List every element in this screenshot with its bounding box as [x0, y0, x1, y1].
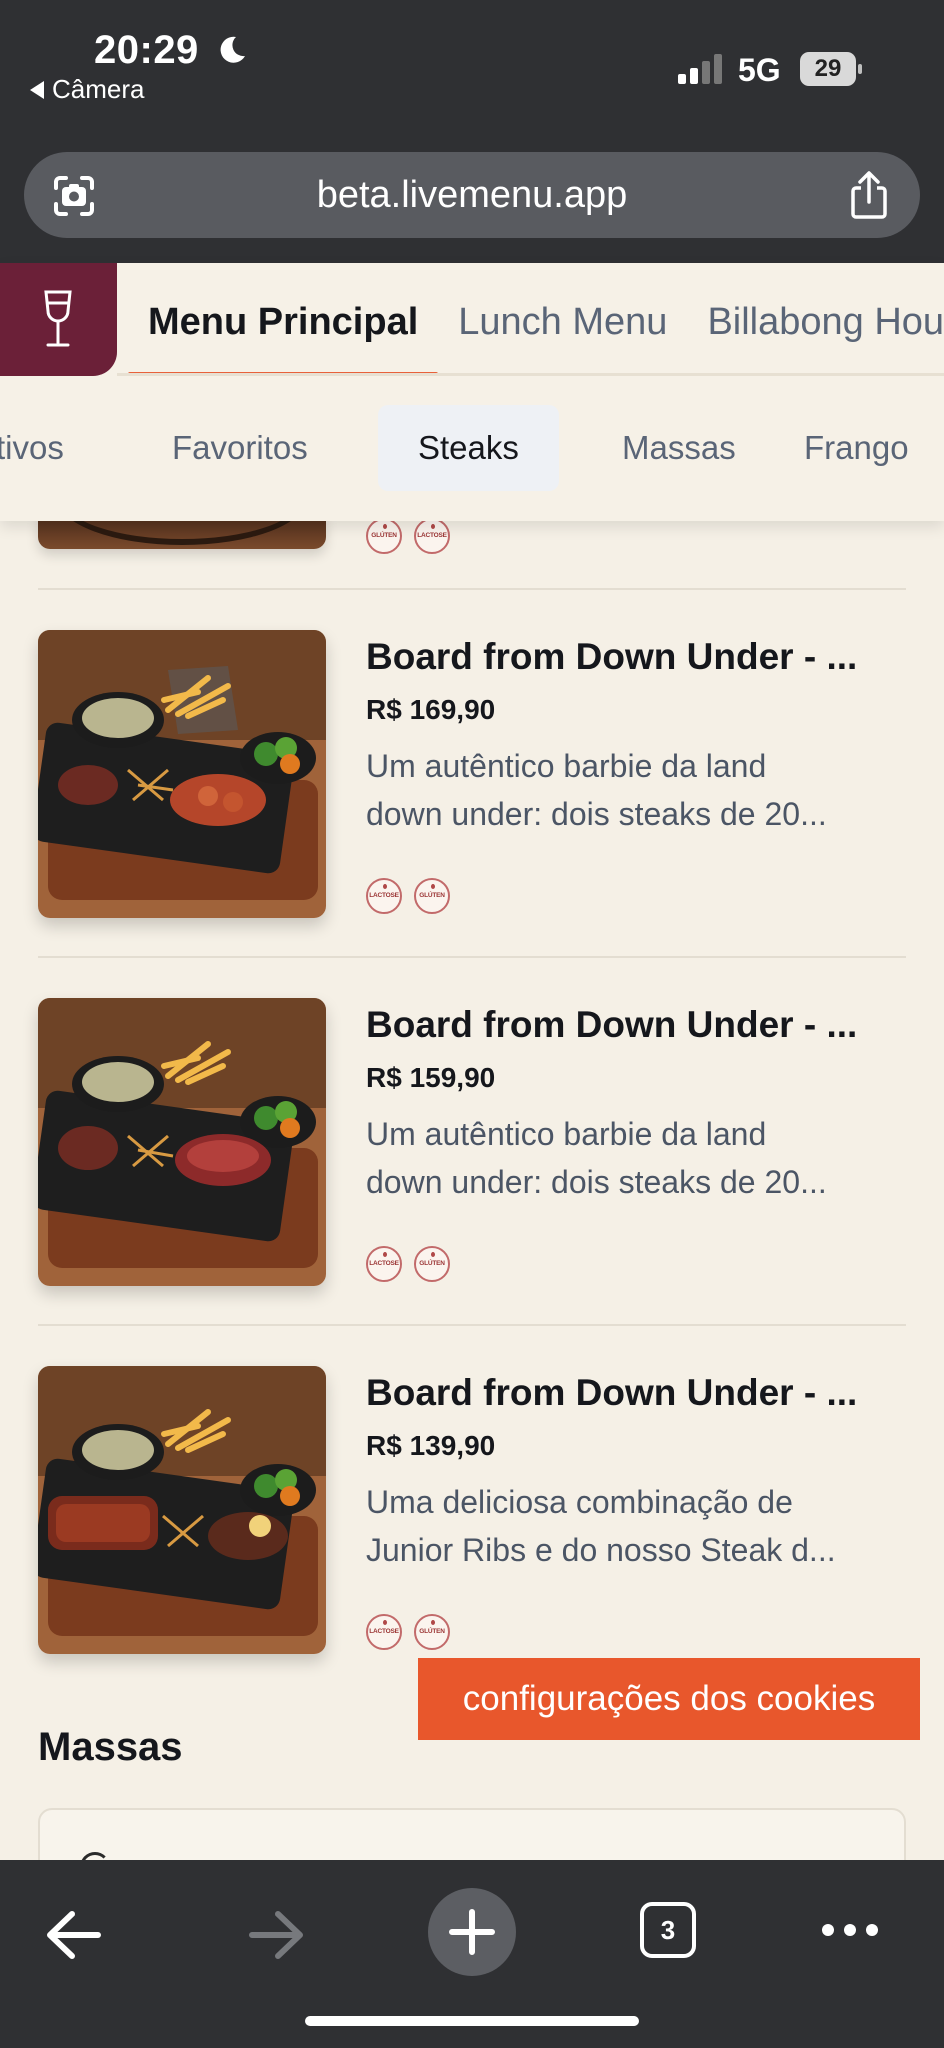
gluten-badge-icon: GLÚTEN	[414, 1614, 450, 1650]
item-divider	[38, 956, 906, 958]
allergen-badges: LACTOSE GLÚTEN	[366, 1246, 450, 1282]
allergen-badges: LACTOSE GLÚTEN	[366, 878, 450, 914]
restaurant-logo[interactable]	[0, 263, 117, 376]
item-description-line: Um autêntico barbie da land	[366, 1116, 767, 1152]
item-description-line: Uma deliciosa combinação de	[366, 1484, 793, 1520]
forward-arrow-icon[interactable]	[230, 1890, 320, 1980]
item-divider	[38, 588, 906, 590]
item-description-line: down under: dois steaks de 20...	[366, 796, 827, 832]
item-description-line: Um autêntico barbie da land	[366, 748, 767, 784]
battery-cap	[858, 64, 862, 74]
food-photo[interactable]	[38, 1366, 326, 1654]
back-to-camera-link[interactable]: Câmera	[30, 74, 144, 105]
lactose-badge-icon: LACTOSE	[366, 1246, 402, 1282]
tab-menu-principal[interactable]: Menu Principal	[128, 263, 439, 376]
food-photo[interactable]	[38, 630, 326, 918]
item-description-line: Junior Ribs e do nosso Steak d...	[366, 1532, 836, 1568]
item-description: Um autêntico barbie da land down under: …	[366, 742, 894, 838]
item-price: R$ 169,90	[366, 694, 496, 725]
item-title[interactable]: Board from Down Under - ...	[366, 636, 906, 678]
category-steaks[interactable]: Steaks	[378, 405, 559, 491]
category-aperitivos[interactable]: tivos	[0, 405, 64, 491]
menu-item-card[interactable]: Board from Down Under - ... R$ 139,90 Um…	[38, 1366, 906, 1656]
food-photo[interactable]	[38, 998, 326, 1286]
status-time: 20:29	[94, 28, 199, 72]
lactose-badge-icon: LACTOSE	[414, 518, 450, 554]
allergen-badges: LACTOSE GLÚTEN	[366, 1614, 450, 1650]
loading-icon	[80, 1852, 110, 1860]
item-title[interactable]: Board from Down Under - ...	[366, 1004, 906, 1046]
cellular-signal-icon	[678, 54, 722, 84]
tab-lunch-menu[interactable]: Lunch Menu	[438, 263, 687, 376]
item-description: Um autêntico barbie da land down under: …	[366, 1110, 894, 1206]
lactose-badge-icon: LACTOSE	[366, 878, 402, 914]
category-tabs: tivos Favoritos Steaks Massas Frango	[0, 381, 944, 521]
menu-item-card[interactable]: Board from Down Under - ... R$ 159,90 Um…	[38, 998, 906, 1288]
menu-item-card[interactable]: Board from Down Under - ... R$ 169,90 Um…	[38, 630, 906, 920]
tab-billabong-hour[interactable]: Billabong Hou	[687, 263, 944, 376]
category-favoritos[interactable]: Favoritos	[172, 405, 308, 491]
item-title[interactable]: Board from Down Under - ...	[366, 1372, 906, 1414]
back-triangle-icon	[30, 80, 44, 99]
plus-icon	[449, 1909, 495, 1955]
address-bar[interactable]: beta.livemenu.app	[24, 152, 920, 238]
category-frango[interactable]: Frango	[804, 405, 909, 491]
previous-item-badges: GLÚTEN LACTOSE	[366, 518, 450, 554]
url-text[interactable]: beta.livemenu.app	[24, 174, 920, 217]
menu-header: Menu Principal Lunch Menu Billabong Hou …	[0, 263, 944, 521]
menu-item-card[interactable]	[38, 1808, 906, 1860]
browser-top-chrome: 20:29 Câmera 5G 29 beta.livemenu.app	[0, 0, 944, 263]
tabs-overview-button[interactable]: 3	[640, 1902, 696, 1958]
back-arrow-icon[interactable]	[30, 1890, 120, 1980]
gluten-badge-icon: GLÚTEN	[414, 1246, 450, 1282]
gluten-badge-icon: GLÚTEN	[366, 518, 402, 554]
gluten-badge-icon: GLÚTEN	[414, 878, 450, 914]
home-indicator[interactable]	[305, 2016, 639, 2026]
network-type: 5G	[738, 52, 781, 88]
category-massas[interactable]: Massas	[622, 405, 736, 491]
tabs-divider	[117, 373, 944, 376]
section-title-massas: Massas	[38, 1725, 183, 1769]
new-tab-button[interactable]	[428, 1888, 516, 1976]
item-description: Uma deliciosa combinação de Junior Ribs …	[366, 1478, 894, 1574]
item-price: R$ 139,90	[366, 1430, 496, 1461]
menu-tabs: Menu Principal Lunch Menu Billabong Hou	[128, 263, 944, 376]
lactose-badge-icon: LACTOSE	[366, 1614, 402, 1650]
moon-icon	[220, 36, 245, 63]
item-description-line: down under: dois steaks de 20...	[366, 1164, 827, 1200]
back-app-label: Câmera	[52, 74, 145, 104]
battery-indicator: 29	[800, 52, 862, 86]
share-icon[interactable]	[848, 170, 890, 220]
item-price: R$ 159,90	[366, 1062, 496, 1093]
cookie-settings-button[interactable]: configurações dos cookies	[418, 1658, 920, 1740]
battery-level: 29	[800, 52, 856, 86]
wine-glass-icon	[44, 290, 72, 347]
more-options-icon[interactable]	[818, 1910, 882, 1950]
item-divider	[38, 1324, 906, 1326]
